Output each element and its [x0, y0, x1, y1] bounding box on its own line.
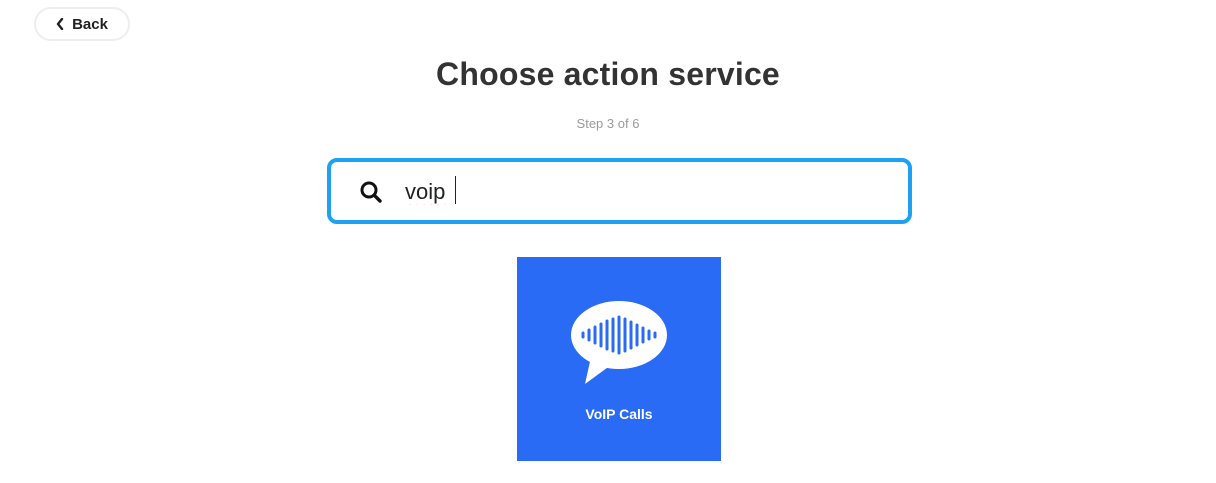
- search-icon: [359, 180, 383, 204]
- search-box[interactable]: [327, 158, 912, 224]
- back-button[interactable]: Back: [34, 7, 130, 41]
- text-cursor: [455, 176, 456, 204]
- step-indicator: Step 3 of 6: [576, 116, 640, 131]
- search-input[interactable]: [405, 172, 885, 212]
- back-button-label: Back: [72, 15, 108, 33]
- choose-action-service-page: Back Choose action service Step 3 of 6 v…: [0, 0, 1216, 483]
- service-tile-voip-calls[interactable]: VoIP Calls: [517, 257, 721, 461]
- chevron-left-icon: [56, 18, 64, 30]
- service-name: VoIP Calls: [585, 406, 653, 422]
- page-title: Choose action service: [436, 56, 780, 92]
- voice-chat-bubble-icon: [569, 297, 669, 387]
